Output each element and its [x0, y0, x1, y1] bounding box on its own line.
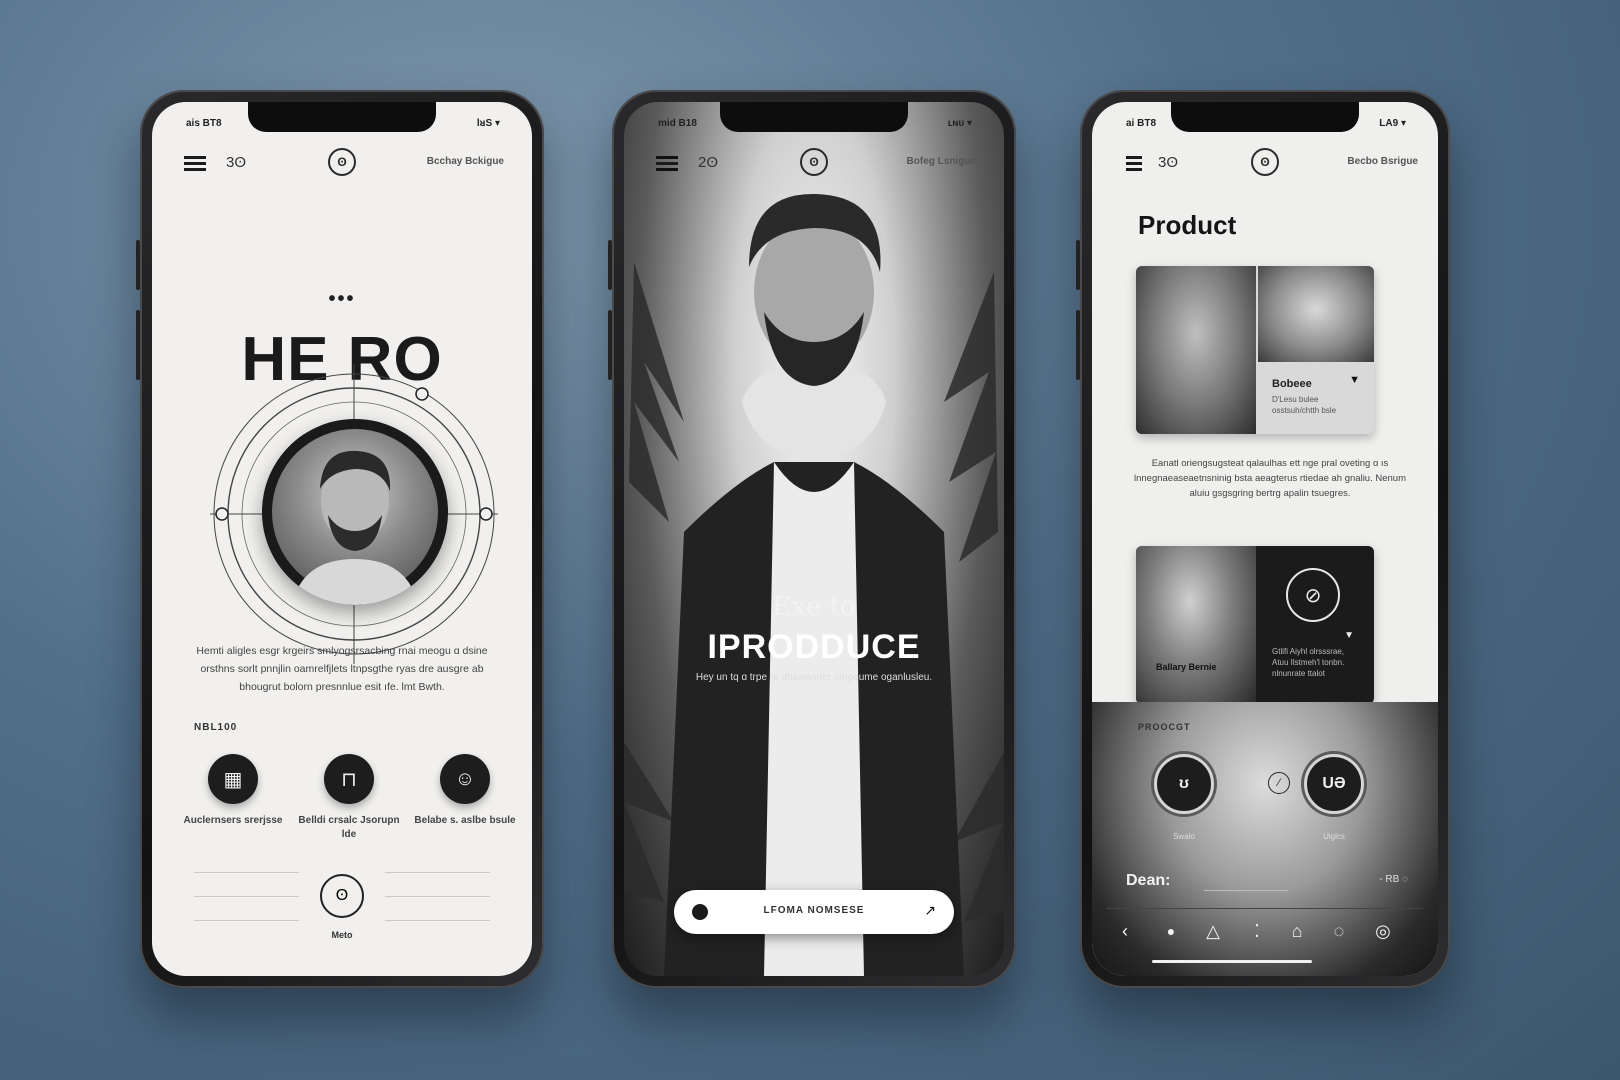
divider — [194, 920, 299, 921]
status-left: ai BT8 — [1126, 118, 1157, 129]
triangle-icon[interactable]: △ — [1202, 921, 1224, 942]
product-description: D'Lesu bulee osstsuh/chtth bsle — [1272, 395, 1337, 415]
status-bar: ais BT8 lᴚS ▾ — [152, 118, 532, 132]
home-icon[interactable]: ⌂ — [1286, 921, 1308, 942]
feature-item[interactable]: ▦ Auclernsers srerjsse — [178, 754, 288, 828]
product-photo — [1136, 546, 1256, 704]
divider — [194, 896, 299, 897]
divider — [1204, 890, 1288, 891]
dial-left-label: Swalo — [1173, 832, 1195, 841]
footer: ʘ Meto — [194, 872, 490, 942]
top-number: 3ʘ — [226, 154, 247, 171]
cta-button[interactable]: LFOMA NOMSESE ↗ — [674, 890, 954, 934]
bag-icon: ⊓ — [324, 754, 374, 804]
section-label: NBL100 — [194, 722, 238, 733]
top-right-label[interactable]: Bofeg Lsnigue — [907, 156, 976, 167]
top-number: 3ʘ — [1158, 154, 1179, 171]
hero-photo — [624, 193, 1004, 976]
logo-icon[interactable]: ʘ — [328, 148, 356, 176]
hero-orbit — [204, 364, 504, 664]
hamburger-menu-icon[interactable] — [184, 156, 206, 171]
feature-item[interactable]: ☺ Belabe s. aslbe bsule — [410, 754, 520, 828]
divider — [385, 896, 490, 897]
product-photo — [1258, 266, 1374, 362]
logo-icon[interactable]: ʘ — [1251, 148, 1279, 176]
more-dots-icon[interactable]: ••• — [152, 288, 532, 311]
cta-label: LFOMA NOMSESE — [763, 905, 865, 916]
status-right: ʟɴᴜ ▾ — [947, 118, 972, 129]
status-right: lᴚS ▾ — [476, 118, 500, 129]
stat-readout: - RB ◌ — [1379, 874, 1408, 885]
dial-left-button[interactable]: ʊ — [1154, 754, 1214, 814]
intro-title-small: Exe to — [772, 592, 856, 622]
top-bar: 2ʘ ʘ Bofeg Lsnigue — [624, 148, 1004, 178]
grid-icon: ▦ — [208, 754, 258, 804]
logo-icon[interactable]: ʘ — [800, 148, 828, 176]
feature-label: Auclernsers srerjsse — [183, 815, 283, 826]
feature-item[interactable]: ⊓ Belldi crsalc Jsorupn lde — [294, 754, 404, 842]
circle-target-icon[interactable]: ◎ — [1372, 921, 1394, 942]
phone-hero: ais BT8 lᴚS ▾ 3ʘ ʘ Bcchay Bckigue ••• HE… — [136, 90, 544, 988]
feature-label: Belabe s. aslbe bsule — [414, 815, 516, 826]
intro-subtitle: Hey un tq ɑ trpe ɾp dhsaianner pmgeume o… — [695, 672, 933, 683]
status-bar: mid B18 ʟɴᴜ ▾ — [624, 118, 1004, 132]
hero-description: Hemti aligles esgr krgeirs smlyogsrsacbi… — [196, 645, 488, 693]
divider — [385, 872, 490, 873]
avatar — [262, 419, 448, 605]
product-card[interactable]: Bobeee D'Lesu bulee osstsuh/chtth bsle ▼ — [1136, 266, 1374, 434]
refresh-icon[interactable]: ◌ — [1328, 921, 1350, 942]
phone-intro-screen: mid B18 ʟɴᴜ ▾ 2ʘ ʘ Bofeg Lsnigue Exe to … — [624, 102, 1004, 976]
product-description-text: Eanatl oriengsugsteat qalaulhas ett nge … — [1133, 458, 1406, 499]
chevron-down-icon[interactable]: ▼ — [1344, 630, 1354, 641]
divider — [385, 920, 490, 921]
product-name: Ballary Bernie — [1156, 662, 1217, 672]
chevron-down-icon[interactable]: ▼ — [1349, 374, 1360, 386]
phone-intro: mid B18 ʟɴᴜ ▾ 2ʘ ʘ Bofeg Lsnigue Exe to … — [608, 90, 1016, 988]
product-card[interactable]: Ballary Bernie ⊘ Gtlifi Aiyhl olrsssrae,… — [1136, 546, 1374, 704]
tab-bar: ‹ ● △ ⁚ ⌂ ◌ ◎ — [1106, 908, 1424, 954]
meto-label: Meto — [331, 930, 353, 940]
dial-right-button[interactable]: UƏ — [1304, 754, 1364, 814]
play-ring-icon[interactable]: ⊘ — [1286, 568, 1340, 622]
product-name: Bobeee — [1272, 378, 1312, 390]
hamburger-menu-icon[interactable] — [656, 156, 678, 171]
top-bar: 3ʘ ʘ Becbo Bsrigue — [1092, 148, 1438, 178]
phone-product: ai BT8 LA9 ▾ 3ʘ ʘ Becbo Bsrigue Product … — [1076, 90, 1450, 988]
status-left: ais BT8 — [186, 118, 222, 129]
intro-title: IPRODDUCE — [707, 628, 921, 666]
top-right-label[interactable]: Becbo Bsrigue — [1347, 156, 1418, 167]
phone-hero-screen: ais BT8 lᴚS ▾ 3ʘ ʘ Bcchay Bckigue ••• HE… — [152, 102, 532, 976]
compass-icon[interactable]: ∕ — [1268, 772, 1290, 794]
hamburger-menu-icon[interactable] — [1126, 156, 1142, 171]
product-description: Gtlifi Aiyhl olrsssrae, Atuu Ilstmeh'l t… — [1272, 647, 1345, 678]
status-right: LA9 ▾ — [1379, 118, 1406, 129]
page-title: Product — [1138, 210, 1237, 240]
top-number: 2ʘ — [698, 154, 719, 171]
top-right-label[interactable]: Bcchay Bckigue — [427, 156, 504, 167]
arrow-icon: ↗ — [924, 902, 936, 918]
top-bar: 3ʘ ʘ Bcchay Bckigue — [152, 148, 532, 178]
meto-button[interactable]: ʘ — [320, 874, 364, 918]
dean-label: Dean: — [1126, 872, 1171, 889]
feature-label: Belldi crsalc Jsorupn lde — [298, 815, 400, 840]
product-photo — [1136, 266, 1256, 434]
back-icon[interactable]: ‹ — [1114, 921, 1136, 942]
dots-vertical-icon[interactable]: ⁚ — [1246, 921, 1268, 942]
status-bar: ai BT8 LA9 ▾ — [1092, 118, 1438, 132]
phone-product-screen: ai BT8 LA9 ▾ 3ʘ ʘ Becbo Bsrigue Product … — [1092, 102, 1438, 976]
status-left: mid B18 — [658, 118, 697, 129]
divider — [194, 872, 299, 873]
home-indicator — [1152, 960, 1312, 963]
dial-right-label: Uiglcs — [1323, 832, 1345, 841]
face-icon: ☺ — [440, 754, 490, 804]
section-label: PROOCGT — [1138, 722, 1191, 732]
dot-icon[interactable]: ● — [1160, 923, 1182, 939]
